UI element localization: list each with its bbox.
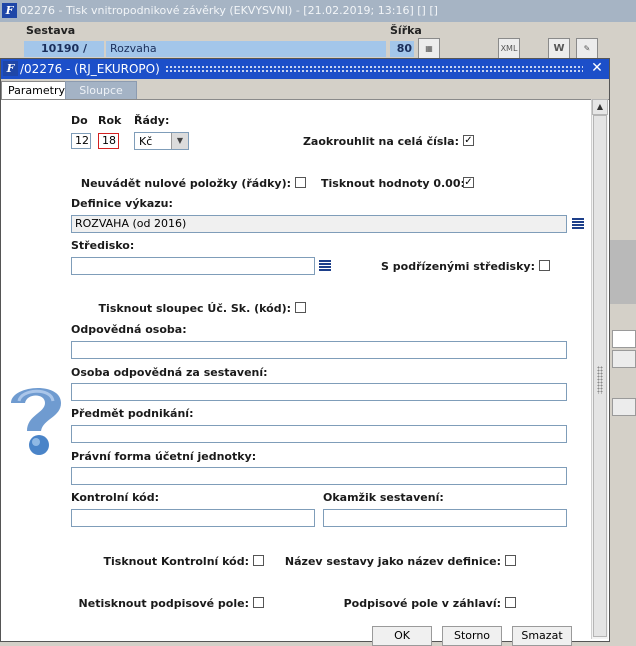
tisknout-kontrolni-checkbox[interactable] <box>253 555 264 566</box>
sirka-label: Šířka <box>390 24 422 37</box>
nazev-sestavy-label: Název sestavy jako název definice: <box>284 555 501 568</box>
tab-sloupce[interactable]: Sloupce <box>65 81 137 99</box>
okamzik-input[interactable] <box>323 509 567 527</box>
nazev-sestavy-checkbox[interactable] <box>505 555 516 566</box>
dialog-app-icon: F <box>3 61 18 76</box>
tab-parametry[interactable]: Parametry <box>1 81 72 99</box>
background-window-title: 02276 - Tisk vnitropodnikové závěrky (EK… <box>20 4 438 17</box>
zaokrouhlit-checkbox[interactable]: ✓ <box>463 135 474 146</box>
tisknout-sloupec-checkbox[interactable] <box>295 302 306 313</box>
netisknout-podpisove-checkbox[interactable] <box>253 597 264 608</box>
titlebar-grip <box>165 65 583 73</box>
tisknout-sloupec-label: Tisknout sloupec Úč. Sk. (kód): <box>98 302 291 315</box>
predmet-label: Předmět podnikání: <box>71 407 194 420</box>
odpovedna-input[interactable] <box>71 341 567 359</box>
scroll-up-icon[interactable]: ▲ <box>592 99 608 115</box>
ok-button[interactable]: OK <box>372 626 432 646</box>
odpovedna-label: Odpovědná osoba: <box>71 323 187 336</box>
edit-icon[interactable]: ✎ <box>576 38 598 60</box>
rok-label: Rok <box>98 114 122 127</box>
tisknout-hodnoty-checkbox[interactable]: ✓ <box>463 177 474 188</box>
tisknout-hodnoty-label: Tisknout hodnoty 0.00: <box>321 177 465 190</box>
sestava-code-field[interactable]: 10190 / 02276 <box>24 41 104 71</box>
background-input[interactable] <box>612 330 636 348</box>
okamzik-label: Okamžik sestavení: <box>323 491 444 504</box>
sestava-name-field[interactable]: Rozvaha <box>106 41 386 57</box>
rady-label: Řády: <box>134 114 170 127</box>
word-export-icon[interactable]: W <box>548 38 570 60</box>
sirka-picker-icon[interactable]: ▦ <box>418 38 440 60</box>
definice-list-icon[interactable] <box>572 217 584 232</box>
podpisove-zahlavi-checkbox[interactable] <box>505 597 516 608</box>
neuvadet-checkbox[interactable] <box>295 177 306 188</box>
tab-bar: Parametry Sloupce <box>1 79 609 100</box>
close-icon[interactable]: ✕ <box>589 60 605 76</box>
smazat-button[interactable]: Smazat <box>512 626 572 646</box>
dialog-title: /02276 - (RJ_EKUROPO) <box>20 62 160 76</box>
sirka-field[interactable]: 80 <box>390 41 414 57</box>
pravni-forma-label: Právní forma účetní jednotky: <box>71 450 257 463</box>
podrizene-checkbox[interactable] <box>539 260 550 271</box>
scrollbar-grip <box>597 366 603 394</box>
neuvadet-label: Neuvádět nulové položky (řádky): <box>80 177 291 190</box>
background-button[interactable] <box>612 398 636 416</box>
background-dropdown[interactable] <box>612 350 636 368</box>
osoba-sestaveni-label: Osoba odpovědná za sestavení: <box>71 366 268 379</box>
zaokrouhlit-label: Zaokrouhlit na celá čísla: <box>302 135 459 148</box>
rady-select-value: Kč <box>139 135 153 148</box>
rok-year-input[interactable]: 18 <box>98 133 119 149</box>
predmet-input[interactable] <box>71 425 567 443</box>
sestava-label: Sestava <box>26 24 76 37</box>
stredisko-label: Středisko: <box>71 239 135 252</box>
podrizene-label: S podřízenými středisky: <box>381 260 535 273</box>
definice-field[interactable]: ROZVAHA (od 2016) <box>71 215 567 233</box>
parameters-dialog: F /02276 - (RJ_EKUROPO) ✕ Parametry Slou… <box>0 58 610 642</box>
kontrolni-kod-input[interactable] <box>71 509 315 527</box>
osoba-sestaveni-input[interactable] <box>71 383 567 401</box>
dialog-titlebar[interactable]: F /02276 - (RJ_EKUROPO) ✕ <box>1 59 609 79</box>
background-window-titlebar: F 02276 - Tisk vnitropodnikové závěrky (… <box>0 0 636 22</box>
xml-export-icon[interactable]: XML <box>498 38 520 60</box>
stredisko-list-icon[interactable] <box>319 259 331 274</box>
app-logo-icon: F <box>2 3 17 18</box>
help-question-mark-icon <box>11 387 61 455</box>
chevron-down-icon[interactable]: ▼ <box>171 133 188 149</box>
vertical-scrollbar[interactable]: ▲ <box>591 99 608 639</box>
storno-button[interactable]: Storno <box>442 626 502 646</box>
definice-label: Definice výkazu: <box>71 197 173 210</box>
netisknout-podpisove-label: Netisknout podpisové pole: <box>78 597 249 610</box>
do-label: Do <box>71 114 88 127</box>
rady-select[interactable]: Kč ▼ <box>134 132 189 150</box>
tisknout-kontrolni-label: Tisknout Kontrolní kód: <box>103 555 249 568</box>
pravni-forma-input[interactable] <box>71 467 567 485</box>
podpisove-zahlavi-label: Podpisové pole v záhlaví: <box>343 597 501 610</box>
background-panel-strip <box>610 240 636 304</box>
kontrolni-kod-label: Kontrolní kód: <box>71 491 160 504</box>
scrollbar-thumb[interactable] <box>593 115 607 637</box>
stredisko-input[interactable] <box>71 257 315 275</box>
do-month-input[interactable]: 12 <box>71 133 91 149</box>
